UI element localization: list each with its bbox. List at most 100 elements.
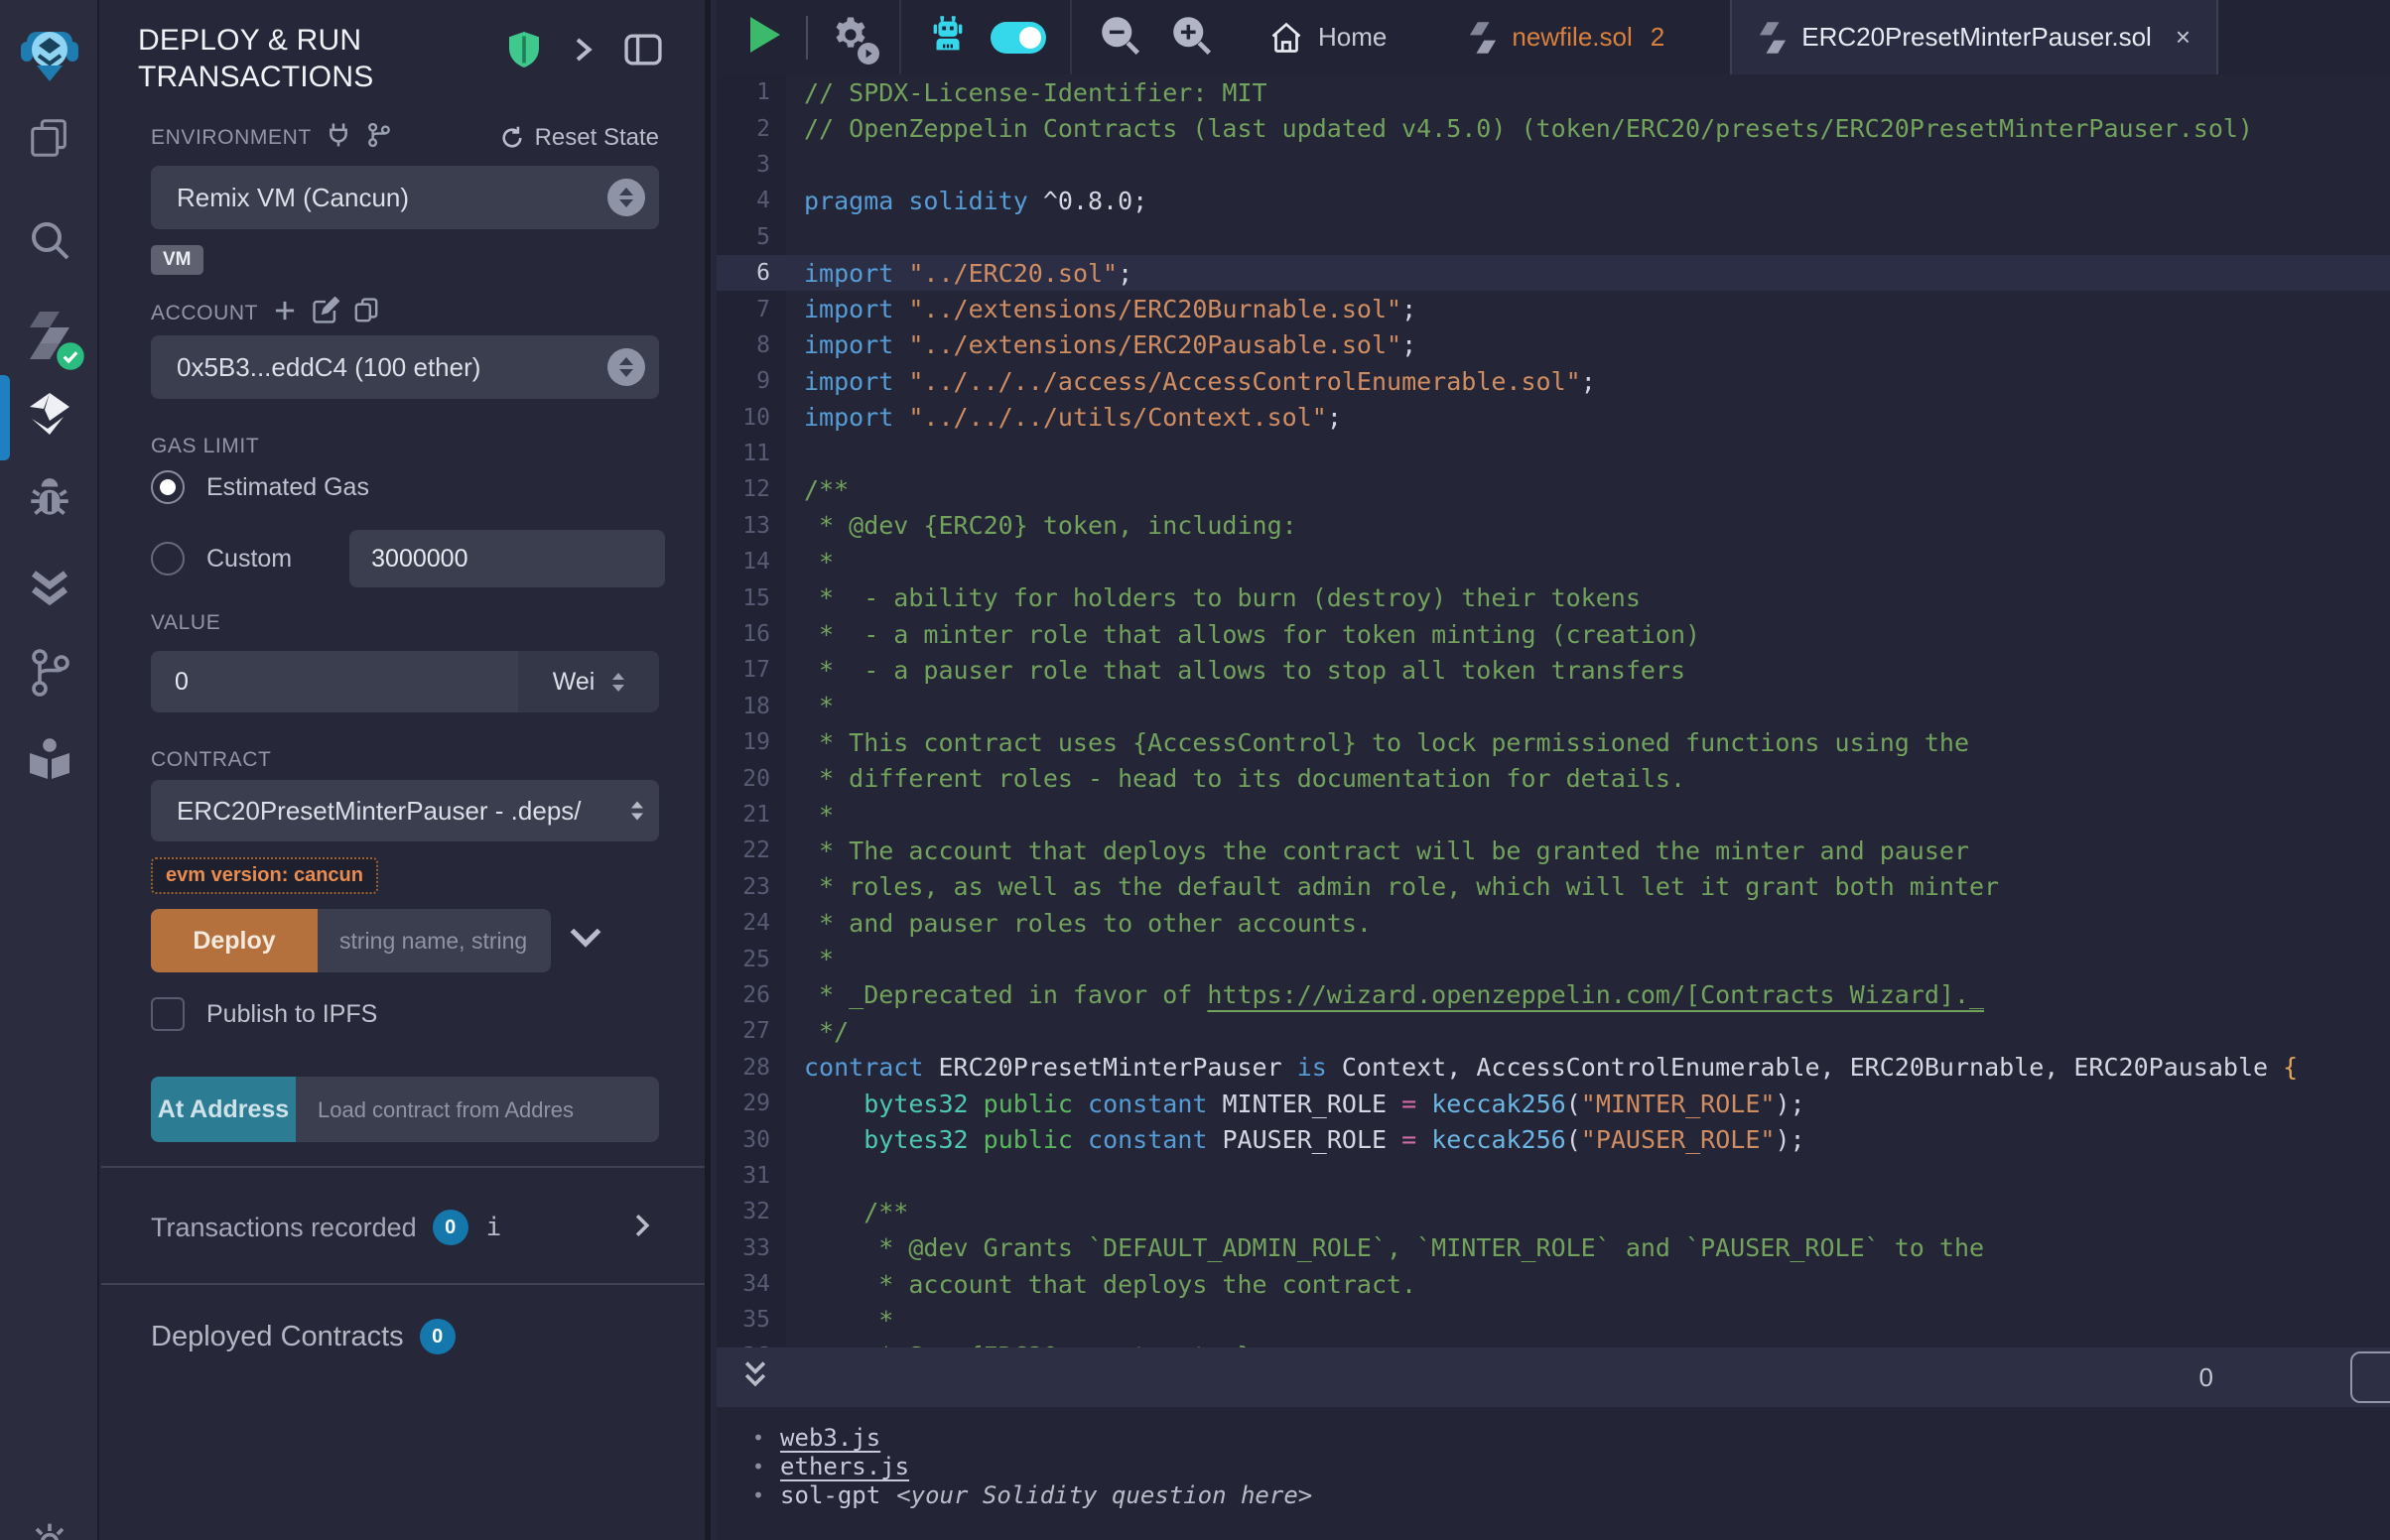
code-line[interactable]: 16 * - a minter role that allows for tok… bbox=[717, 616, 2390, 652]
code-line[interactable]: 17 * - a pauser role that allows to stop… bbox=[717, 652, 2390, 688]
code-line[interactable]: 21 * bbox=[717, 797, 2390, 833]
unit-testing-icon[interactable] bbox=[0, 562, 99, 613]
chevron-right-icon[interactable] bbox=[631, 1213, 653, 1243]
value-input[interactable] bbox=[151, 651, 518, 712]
settings-gear-icon[interactable] bbox=[0, 1520, 99, 1540]
tab-erc20presetminterpauser[interactable]: ERC20PresetMinterPauser.sol × bbox=[1730, 0, 2218, 74]
publish-ipfs-option[interactable]: Publish to IPFS bbox=[151, 997, 659, 1031]
pin-panel-icon[interactable] bbox=[623, 32, 663, 72]
code-text: * @dev {ERC20} token, including: bbox=[786, 511, 1297, 540]
code-text: contract ERC20PresetMinterPauser is Cont… bbox=[786, 1053, 2298, 1082]
code-line[interactable]: 8import "../extensions/ERC20Pausable.sol… bbox=[717, 327, 2390, 363]
ethersjs-link[interactable]: ethers.js bbox=[780, 1453, 909, 1480]
code-line[interactable]: 36 * See {ERC20-constructor}. bbox=[717, 1339, 2390, 1348]
terminal[interactable]: • web3.js • ethers.js • sol-gpt <your So… bbox=[717, 1407, 2390, 1540]
at-address-input[interactable] bbox=[296, 1077, 659, 1142]
expand-panel-icon[interactable] bbox=[570, 35, 596, 69]
code-line[interactable]: 7import "../extensions/ERC20Burnable.sol… bbox=[717, 291, 2390, 326]
code-line[interactable]: 29 bytes32 public constant MINTER_ROLE =… bbox=[717, 1086, 2390, 1121]
code-line[interactable]: 27 */ bbox=[717, 1013, 2390, 1049]
learneth-icon[interactable] bbox=[0, 734, 99, 784]
code-line[interactable]: 24 * and pauser roles to other accounts. bbox=[717, 905, 2390, 941]
code-line[interactable]: 12/** bbox=[717, 471, 2390, 507]
environment-select[interactable]: Remix VM (Cancun) bbox=[151, 166, 659, 229]
estimated-gas-option[interactable]: Estimated Gas bbox=[151, 470, 659, 504]
code-line[interactable]: 22 * The account that deploys the contra… bbox=[717, 833, 2390, 868]
zoom-out-icon[interactable] bbox=[1098, 13, 1141, 62]
tab-home[interactable]: Home bbox=[1243, 0, 1412, 74]
file-explorer-icon[interactable] bbox=[0, 115, 99, 161]
code-line[interactable]: 5 bbox=[717, 219, 2390, 255]
code-line[interactable]: 1// SPDX-License-Identifier: MIT bbox=[717, 74, 2390, 110]
transactions-recorded-row[interactable]: Transactions recorded 0 i bbox=[151, 1208, 659, 1247]
code-line[interactable]: 6import "../ERC20.sol"; bbox=[717, 255, 2390, 291]
estimated-gas-label: Estimated Gas bbox=[206, 473, 369, 502]
code-line[interactable]: 31 bbox=[717, 1158, 2390, 1194]
code-line[interactable]: 35 * bbox=[717, 1302, 2390, 1338]
info-icon[interactable]: i bbox=[486, 1213, 502, 1242]
code-line[interactable]: 15 * - ability for holders to burn (dest… bbox=[717, 579, 2390, 615]
code-line[interactable]: 13 * @dev {ERC20} token, including: bbox=[717, 508, 2390, 544]
code-line[interactable]: 33 * @dev Grants `DEFAULT_ADMIN_ROLE`, `… bbox=[717, 1230, 2390, 1266]
solidity-compiler-icon[interactable] bbox=[0, 308, 99, 363]
script-config-icon[interactable] bbox=[830, 14, 871, 61]
deploy-button[interactable]: Deploy bbox=[151, 909, 318, 972]
estimated-gas-radio[interactable] bbox=[151, 470, 185, 504]
code-line[interactable]: 25 * bbox=[717, 941, 2390, 976]
tab-newfile[interactable]: newfile.sol 2 bbox=[1442, 0, 1690, 74]
code-line[interactable]: 30 bytes32 public constant PAUSER_ROLE =… bbox=[717, 1121, 2390, 1157]
zoom-in-icon[interactable] bbox=[1169, 13, 1213, 62]
code-line[interactable]: 14 * bbox=[717, 544, 2390, 579]
deploy-args-input[interactable] bbox=[318, 909, 551, 972]
web3js-link[interactable]: web3.js bbox=[780, 1424, 880, 1452]
at-address-button[interactable]: At Address bbox=[151, 1077, 296, 1142]
collapse-terminal-icon[interactable] bbox=[740, 1359, 770, 1396]
copy-account-icon[interactable] bbox=[353, 297, 379, 329]
code-line[interactable]: 3 bbox=[717, 147, 2390, 183]
plug-icon[interactable] bbox=[326, 121, 351, 154]
account-select[interactable]: 0x5B3...eddC4 (100 ether) bbox=[151, 335, 659, 399]
add-account-icon[interactable] bbox=[272, 298, 298, 328]
fork-environment-icon[interactable] bbox=[365, 121, 393, 154]
account-label: ACCOUNT bbox=[151, 302, 258, 325]
code-line[interactable]: 26 * _Deprecated in favor of https://wiz… bbox=[717, 977, 2390, 1013]
chevron-down-icon[interactable] bbox=[569, 927, 602, 956]
custom-gas-option[interactable]: Custom bbox=[151, 530, 659, 587]
code-line[interactable]: 32 /** bbox=[717, 1194, 2390, 1229]
edit-account-icon[interactable] bbox=[312, 297, 339, 329]
close-tab-icon[interactable]: × bbox=[2176, 22, 2191, 53]
line-number: 28 bbox=[717, 1050, 786, 1086]
deploy-run-icon[interactable] bbox=[0, 387, 99, 439]
account-row: ACCOUNT bbox=[151, 297, 659, 329]
code-line[interactable]: 18 * bbox=[717, 689, 2390, 724]
code-line[interactable]: 11 bbox=[717, 436, 2390, 471]
reset-state-button[interactable]: Reset State bbox=[499, 124, 659, 152]
editor-topbar: Home newfile.sol 2 ERC20PresetMinterPaus… bbox=[717, 0, 2390, 74]
custom-gas-radio[interactable] bbox=[151, 542, 185, 576]
ai-copilot-toggle[interactable] bbox=[991, 22, 1046, 54]
code-text: * - ability for holders to burn (destroy… bbox=[786, 583, 1641, 612]
code-line[interactable]: 9import "../../../access/AccessControlEn… bbox=[717, 363, 2390, 399]
transactions-count-badge: 0 bbox=[433, 1210, 468, 1245]
code-line[interactable]: 20 * different roles - head to its docum… bbox=[717, 760, 2390, 796]
custom-gas-input[interactable] bbox=[349, 530, 665, 587]
code-text: * bbox=[786, 945, 834, 973]
publish-ipfs-checkbox[interactable] bbox=[151, 997, 185, 1031]
code-line[interactable]: 2// OpenZeppelin Contracts (last updated… bbox=[717, 110, 2390, 146]
remix-logo-icon[interactable] bbox=[0, 24, 99, 83]
contract-select[interactable]: ERC20PresetMinterPauser - .deps/ bbox=[151, 780, 659, 841]
code-editor[interactable]: 1// SPDX-License-Identifier: MIT2// Open… bbox=[717, 74, 2390, 1348]
value-unit-select[interactable]: Wei bbox=[518, 651, 659, 712]
git-icon[interactable] bbox=[0, 647, 99, 699]
code-line[interactable]: 23 * roles, as well as the default admin… bbox=[717, 869, 2390, 905]
bullet-icon: • bbox=[752, 1483, 764, 1507]
search-icon[interactable] bbox=[0, 216, 99, 264]
debugger-icon[interactable] bbox=[0, 474, 99, 524]
run-script-icon[interactable] bbox=[744, 13, 784, 62]
code-line[interactable]: 10import "../../../utils/Context.sol"; bbox=[717, 400, 2390, 436]
code-line[interactable]: 19 * This contract uses {AccessControl} … bbox=[717, 724, 2390, 760]
terminal-search-input[interactable] bbox=[2350, 1351, 2390, 1403]
code-line[interactable]: 34 * account that deploys the contract. bbox=[717, 1266, 2390, 1302]
code-line[interactable]: 4pragma solidity ^0.8.0; bbox=[717, 183, 2390, 218]
code-line[interactable]: 28contract ERC20PresetMinterPauser is Co… bbox=[717, 1050, 2390, 1086]
